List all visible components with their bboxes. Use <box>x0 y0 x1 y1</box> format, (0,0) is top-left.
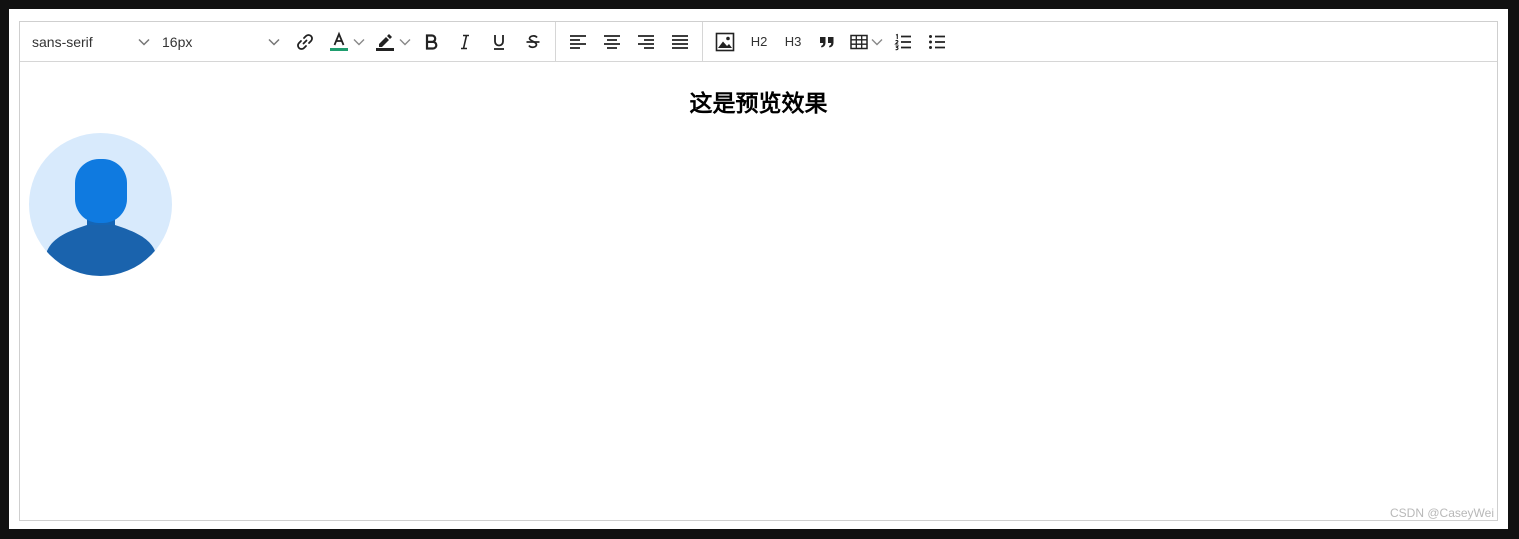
chevron-down-icon <box>138 38 150 46</box>
font-color-button[interactable] <box>322 27 356 57</box>
align-justify-button[interactable] <box>663 27 697 57</box>
quote-icon <box>818 34 836 50</box>
link-icon <box>295 32 315 52</box>
strikethrough-icon <box>524 33 542 51</box>
align-center-button[interactable] <box>595 27 629 57</box>
content-heading: 这是预览效果 <box>689 90 828 116</box>
font-size-value: 16px <box>162 33 193 50</box>
toolbar-divider <box>555 22 556 61</box>
rich-text-editor: sans-serif 16px H2 H3 这是预览效果 <box>19 21 1498 521</box>
editor-content-area[interactable]: 这是预览效果 <box>20 62 1497 520</box>
image-icon <box>715 32 735 52</box>
numbered-list-button[interactable] <box>886 27 920 57</box>
bold-button[interactable] <box>414 27 448 57</box>
user-avatar-icon[interactable] <box>29 133 172 276</box>
numbered-list-icon <box>894 33 912 51</box>
font-size-picker[interactable]: 16px <box>162 27 280 57</box>
align-center-icon <box>603 34 621 50</box>
blockquote-button[interactable] <box>810 27 844 57</box>
align-left-button[interactable] <box>561 27 595 57</box>
highlighter-icon <box>374 31 396 53</box>
strikethrough-button[interactable] <box>516 27 550 57</box>
bulleted-list-icon <box>928 33 946 51</box>
heading-2-button[interactable]: H2 <box>742 27 776 57</box>
chevron-down-icon[interactable] <box>398 27 412 57</box>
align-right-icon <box>637 34 655 50</box>
toolbar-divider <box>702 22 703 61</box>
editor-frame: sans-serif 16px H2 H3 这是预览效果 CSDN @Casey… <box>9 9 1508 529</box>
font-color-icon <box>328 31 350 53</box>
table-icon <box>850 34 868 50</box>
heading-3-button[interactable]: H3 <box>776 27 810 57</box>
chevron-down-icon[interactable] <box>870 27 884 57</box>
csdn-watermark: CSDN @CaseyWei <box>1390 506 1494 520</box>
chevron-down-icon[interactable] <box>352 27 366 57</box>
insert-image-button[interactable] <box>708 27 742 57</box>
bold-icon <box>422 33 440 51</box>
chevron-down-icon <box>268 38 280 46</box>
italic-icon <box>456 33 474 51</box>
editor-toolbar: sans-serif 16px H2 H3 <box>20 22 1497 62</box>
italic-button[interactable] <box>448 27 482 57</box>
align-right-button[interactable] <box>629 27 663 57</box>
align-left-icon <box>569 34 587 50</box>
link-button[interactable] <box>288 27 322 57</box>
underline-icon <box>490 33 508 51</box>
underline-button[interactable] <box>482 27 516 57</box>
font-family-picker[interactable]: sans-serif <box>32 27 150 57</box>
font-family-value: sans-serif <box>32 33 93 50</box>
align-justify-icon <box>671 34 689 50</box>
highlight-color-button[interactable] <box>368 27 402 57</box>
bulleted-list-button[interactable] <box>920 27 954 57</box>
